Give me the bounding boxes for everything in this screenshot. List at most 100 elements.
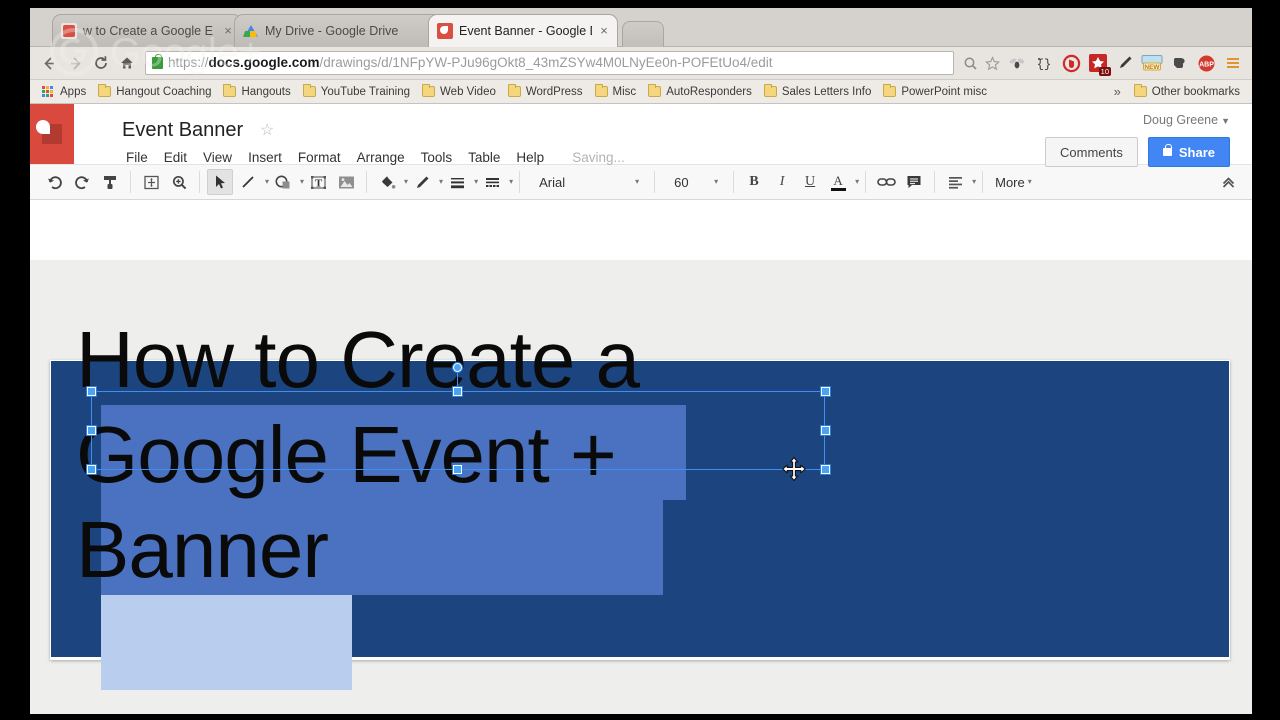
tab-close-icon[interactable]: × [221, 24, 235, 38]
select-tool-button[interactable] [207, 169, 233, 195]
chevron-down-icon[interactable]: ▾ [972, 178, 976, 186]
browser-tab-2[interactable]: My Drive - Google Drive × [234, 14, 454, 47]
canvas-area[interactable]: How to Create a Google Event + Banner [30, 260, 1252, 714]
resize-handle-ne[interactable] [821, 387, 830, 396]
forward-button[interactable] [62, 50, 88, 76]
tab-close-icon[interactable]: × [597, 24, 611, 38]
chevron-down-icon: ▼ [1221, 116, 1230, 126]
document-title[interactable]: Event Banner [122, 118, 243, 142]
bookmarks-overflow-icon[interactable]: » [1107, 84, 1128, 99]
chevron-down-icon[interactable]: ▾ [855, 178, 859, 186]
back-button[interactable] [36, 50, 62, 76]
menu-file[interactable]: File [126, 148, 158, 167]
bookmark-powerpoint-misc[interactable]: PowerPoint misc [877, 82, 993, 102]
align-button[interactable] [942, 169, 968, 195]
drawing-workspace[interactable]: How to Create a Google Event + Banner [30, 260, 1252, 714]
paint-format-button[interactable] [97, 169, 123, 195]
menu-arrange[interactable]: Arrange [357, 148, 415, 167]
folder-icon [98, 84, 112, 97]
stop-sign-icon[interactable] [1058, 50, 1084, 76]
menu-help[interactable]: Help [516, 148, 554, 167]
font-size-value: 60 [674, 174, 689, 190]
line-dash-button[interactable] [479, 169, 505, 195]
menu-insert[interactable]: Insert [248, 148, 292, 167]
resize-handle-sw[interactable] [87, 465, 96, 474]
resize-handle-s[interactable] [453, 465, 462, 474]
chevron-down-icon[interactable]: ▾ [474, 178, 478, 186]
chrome-menu-icon[interactable] [1220, 50, 1246, 76]
text-box-tool-button[interactable]: T [305, 169, 331, 195]
eyedropper-icon[interactable] [1112, 50, 1138, 76]
menu-tools[interactable]: Tools [421, 148, 463, 167]
badge-10-icon[interactable]: 10 [1085, 50, 1111, 76]
menu-table[interactable]: Table [468, 148, 510, 167]
svg-text:T: T [314, 177, 322, 189]
chevron-down-icon: ▾ [1027, 177, 1032, 186]
browser-tab-1[interactable]: w to Create a Google E × [52, 14, 242, 47]
bookmark-apps[interactable]: Apps [36, 82, 92, 102]
line-tool-button[interactable] [235, 169, 261, 195]
line-color-button[interactable] [409, 169, 435, 195]
zoom-icon[interactable] [959, 52, 981, 74]
google-drawings-logo[interactable] [30, 104, 74, 164]
menu-view[interactable]: View [203, 148, 242, 167]
bold-button[interactable]: B [741, 169, 767, 195]
menu-edit[interactable]: Edit [164, 148, 197, 167]
new-tab-button[interactable] [622, 21, 664, 47]
adblock-icon[interactable]: ABP [1193, 50, 1219, 76]
collapse-toolbar-button[interactable] [1215, 169, 1241, 195]
code-braces-icon[interactable]: {} [1031, 50, 1057, 76]
bookmark-misc[interactable]: Misc [589, 82, 643, 102]
bookmark-wordpress[interactable]: WordPress [502, 82, 589, 102]
more-button[interactable]: More ▾ [989, 175, 1038, 190]
home-button[interactable] [114, 50, 140, 76]
rotation-handle[interactable] [453, 363, 462, 372]
comment-button[interactable] [901, 169, 927, 195]
redo-button[interactable] [69, 169, 95, 195]
resize-handle-e[interactable] [821, 426, 830, 435]
bookmark-hangouts[interactable]: Hangouts [217, 82, 296, 102]
chevron-down-icon[interactable]: ▾ [439, 178, 443, 186]
share-button[interactable]: Share [1147, 137, 1230, 167]
resize-handle-w[interactable] [87, 426, 96, 435]
zoom-button[interactable] [166, 169, 192, 195]
resize-handle-nw[interactable] [87, 387, 96, 396]
bookmark-youtube-training[interactable]: YouTube Training [297, 82, 416, 102]
resize-handle-se[interactable] [821, 465, 830, 474]
bookmark-hangout-coaching[interactable]: Hangout Coaching [92, 82, 217, 102]
star-icon[interactable]: ☆ [260, 123, 274, 139]
bookmark-other-bookmarks[interactable]: Other bookmarks [1128, 82, 1246, 102]
bookmark-sales-letters-info[interactable]: Sales Letters Info [758, 82, 878, 102]
italic-button[interactable]: I [769, 169, 795, 195]
fly-icon[interactable] [1004, 50, 1030, 76]
reload-button[interactable] [88, 50, 114, 76]
shape-tool-button[interactable] [270, 169, 296, 195]
line-weight-button[interactable] [444, 169, 470, 195]
bookmark-autoresponders[interactable]: AutoResponders [642, 82, 758, 102]
resize-handle-n[interactable] [453, 387, 462, 396]
new-badge-icon[interactable]: NEW [1139, 50, 1165, 76]
chevron-down-icon[interactable]: ▾ [300, 178, 304, 186]
bookmarks-bar: Apps Hangout Coaching Hangouts YouTube T… [30, 80, 1252, 104]
bookmark-star-icon[interactable] [981, 52, 1003, 74]
browser-tab-3[interactable]: Event Banner - Google Dr × [428, 14, 618, 47]
fill-color-button[interactable] [374, 169, 400, 195]
image-tool-button[interactable] [333, 169, 359, 195]
account-menu[interactable]: Doug Greene ▼ [1045, 112, 1230, 129]
tab-title: Event Banner - Google Dr [459, 24, 592, 38]
link-button[interactable] [873, 169, 899, 195]
menu-format[interactable]: Format [298, 148, 351, 167]
underline-button[interactable]: U [797, 169, 823, 195]
bookmark-web-video[interactable]: Web Video [416, 82, 502, 102]
fit-to-screen-button[interactable] [138, 169, 164, 195]
chevron-down-icon[interactable]: ▾ [265, 178, 269, 186]
font-size-select[interactable]: 60 ▾ [663, 169, 725, 195]
font-family-select[interactable]: Arial ▾ [528, 169, 646, 195]
undo-button[interactable] [41, 169, 67, 195]
chevron-down-icon[interactable]: ▾ [404, 178, 408, 186]
comments-button[interactable]: Comments [1045, 137, 1138, 167]
chevron-down-icon[interactable]: ▾ [509, 178, 513, 186]
text-color-button[interactable]: A [825, 169, 851, 195]
evernote-icon[interactable] [1166, 50, 1192, 76]
address-bar[interactable]: https://docs.google.com/drawings/d/1NFpY… [145, 51, 954, 75]
